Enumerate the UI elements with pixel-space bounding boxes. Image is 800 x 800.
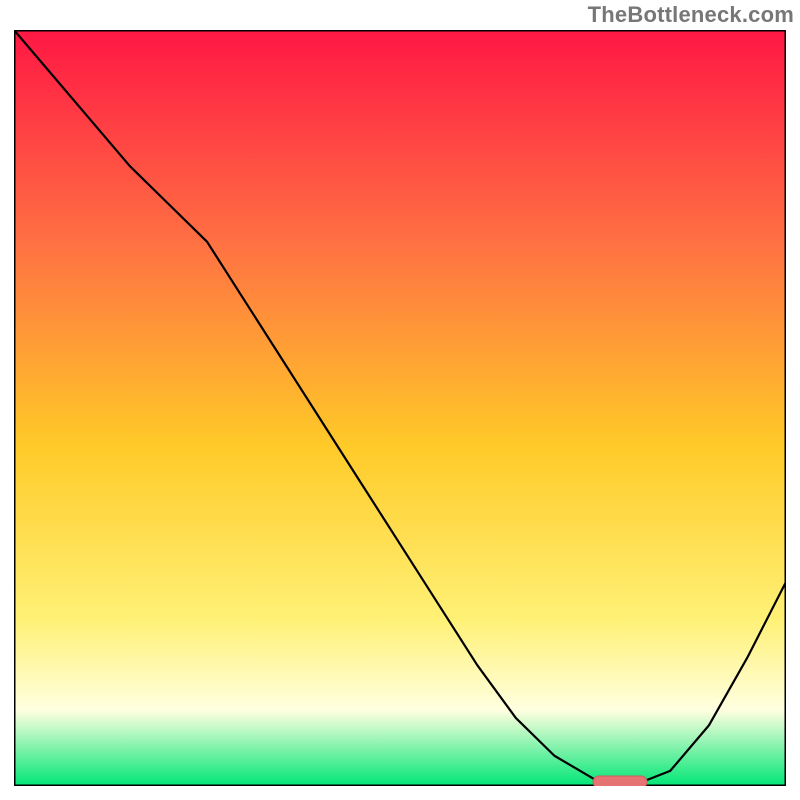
gradient-background [14, 30, 786, 786]
watermark-text: TheBottleneck.com [588, 2, 794, 28]
plot-area [14, 30, 786, 786]
optimal-marker [593, 776, 647, 786]
chart-container: TheBottleneck.com [0, 0, 800, 800]
chart-svg [14, 30, 786, 786]
